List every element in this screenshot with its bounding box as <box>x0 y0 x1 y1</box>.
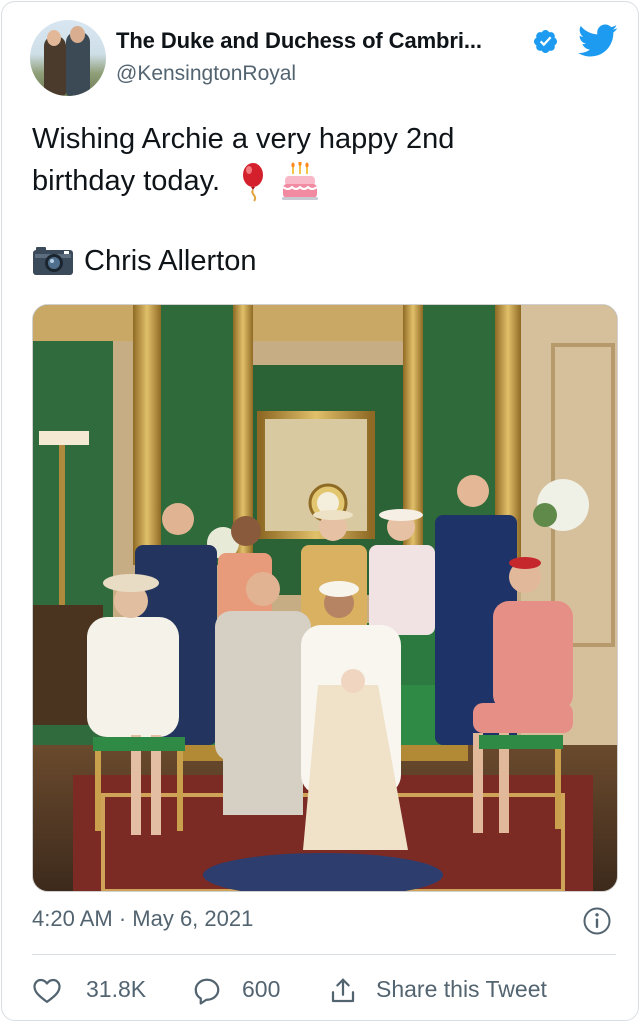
tweet-timestamp[interactable]: 4:20 AM · May 6, 2021 <box>32 906 253 932</box>
family-portrait-image <box>33 305 617 891</box>
like-button[interactable]: 31.8K <box>32 970 162 1010</box>
photo-credit-name: Chris Allerton <box>84 245 257 277</box>
camera-icon <box>33 247 73 275</box>
tweet-text: Wishing Archie a very happy 2nd birthday… <box>32 118 612 202</box>
twitter-bird-icon[interactable] <box>578 24 618 58</box>
heart-icon <box>33 978 61 1003</box>
balloon-icon <box>243 163 264 202</box>
share-button[interactable]: Share this Tweet <box>328 970 616 1010</box>
info-icon[interactable] <box>582 906 612 936</box>
reply-bubble-icon <box>194 978 220 1005</box>
tweet-text-line-1: Wishing Archie a very happy 2nd <box>32 123 455 155</box>
actions-divider <box>32 954 616 955</box>
like-count: 31.8K <box>86 976 147 1002</box>
author-display-name[interactable]: The Duke and Duchess of Cambri... <box>116 28 482 54</box>
author-handle[interactable]: @KensingtonRoyal <box>116 62 296 86</box>
share-label: Share this Tweet <box>376 976 547 1002</box>
tweet-header: The Duke and Duchess of Cambri... @Kensi… <box>30 18 620 98</box>
reply-count: 600 <box>242 976 281 1002</box>
tweet-text-line-2: birthday today. <box>32 165 221 197</box>
birthday-cake-icon <box>282 162 319 201</box>
share-icon <box>331 978 355 1003</box>
tweet-photo[interactable] <box>32 304 618 892</box>
tweet-actions-bar: 31.8K 600 Share this Tweet <box>32 970 616 1010</box>
author-avatar[interactable] <box>30 20 106 96</box>
reply-button[interactable]: 600 <box>192 970 312 1010</box>
verified-badge-icon <box>533 29 558 54</box>
tweet-card: The Duke and Duchess of Cambri... @Kensi… <box>1 1 639 1021</box>
